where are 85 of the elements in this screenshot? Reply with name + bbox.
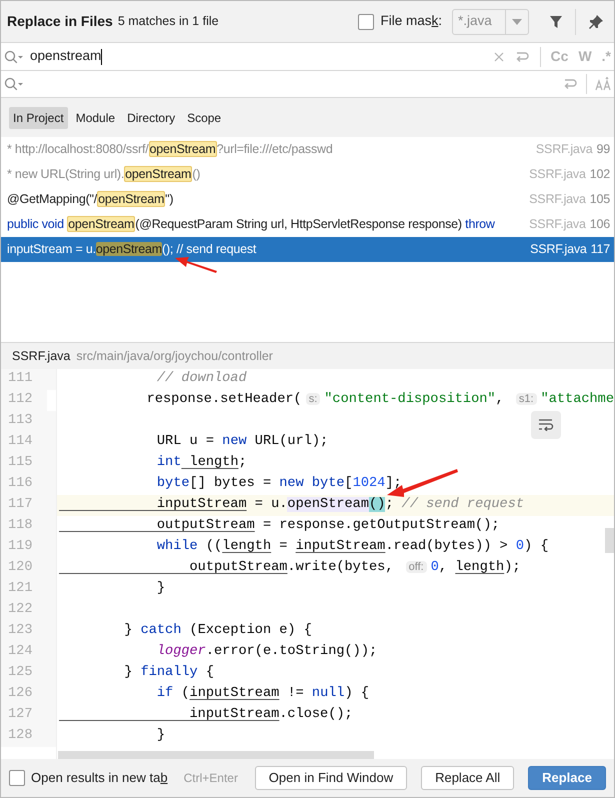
result-file: SSRF.java (529, 241, 587, 258)
result-file: SSRF.java (534, 141, 592, 158)
shortcut-hint: Ctrl+Enter (184, 770, 238, 787)
code-line: } (156, 727, 166, 746)
code-line: inputStream.close(); (188, 706, 353, 724)
wrap-icon (538, 419, 554, 431)
result-line: 105 (590, 191, 610, 208)
search-field[interactable]: openstream Cc W .* (1, 42, 614, 70)
result-row[interactable]: @GetMapping("/openStream") SSRF.java 105 (1, 187, 614, 212)
code-line: int length; (156, 454, 247, 472)
code-line: byte[] bytes = new byte[1024]; (156, 475, 402, 494)
replace-field[interactable] (1, 70, 614, 97)
line-number: 114 (1, 432, 57, 453)
caret-icon (512, 18, 522, 24)
line-number: 120 (1, 558, 57, 579)
result-text: * http://localhost:8080/ssrf/openStream?url=file:///etc/passwd (7, 140, 333, 159)
soft-wrap-button[interactable] (531, 411, 561, 439)
line-number: 115 (1, 453, 57, 474)
result-row[interactable]: public void openStream(@RequestParam String url, HttpServletResponse response) throw SSRF.java 106 (1, 212, 614, 237)
code-line: while ((length = inputStream.read(bytes)) > 0) { (156, 538, 549, 556)
code-line: URL u = new URL(url); (156, 433, 328, 452)
result-line: 102 (590, 166, 610, 184)
scope-tab[interactable]: In Project (9, 106, 68, 128)
line-number: 117 (1, 495, 57, 516)
vertical-scrollbar-thumb[interactable] (605, 528, 614, 553)
search-icon[interactable] (4, 50, 24, 64)
scope-tab[interactable]: Scope (183, 106, 226, 128)
dialog-title: Replace in Files (7, 12, 113, 31)
line-number: 111 (1, 369, 57, 390)
code-line: } (156, 580, 166, 598)
result-text: inputStream = u.openStream(); // send request (7, 241, 256, 258)
preserve-case-icon[interactable] (595, 77, 611, 91)
dialog-button[interactable]: Replace All (421, 766, 514, 790)
result-line: 106 (590, 216, 610, 234)
line-number: 124 (1, 642, 57, 663)
result-row[interactable]: inputStream = u.openStream(); // send request SSRF.java 117 (1, 237, 614, 262)
result-row[interactable]: * http://localhost:8080/ssrf/openStream?url=file:///etc/passwd SSRF.java 99 (1, 137, 614, 162)
result-file: SSRF.java (528, 216, 586, 234)
result-text: * new URL(String url).openStream() (7, 165, 200, 184)
horizontal-scrollbar-thumb[interactable] (58, 751, 374, 759)
search-icon[interactable] (4, 77, 24, 91)
line-number: 118 (1, 516, 57, 537)
code-line: inputStream = u.openStream(); // send request (156, 496, 524, 514)
filter-icon[interactable] (549, 14, 563, 28)
match-count: 5 matches in 1 file (118, 13, 219, 30)
line-number: 119 (1, 537, 57, 558)
scope-tab[interactable]: Directory (123, 106, 180, 128)
line-number: 122 (1, 600, 57, 621)
newline-icon[interactable] (562, 77, 578, 91)
code-line: outputStream.write(bytes, off: 0, length); (188, 559, 521, 578)
result-line: 99 (596, 141, 610, 158)
code-line: if (inputStream != null) { (156, 685, 370, 704)
result-line: 117 (590, 241, 610, 258)
code-line: } catch (Exception e) { (123, 622, 312, 640)
code-line: outputStream = response.getOutputStream(); (156, 517, 500, 536)
clear-icon[interactable] (494, 52, 504, 62)
line-number: 127 (1, 705, 57, 726)
line-number: 126 (1, 684, 57, 705)
code-line: logger.error(e.toString()); (156, 643, 378, 662)
result-file: SSRF.java (528, 166, 586, 184)
result-text: public void openStream(@RequestParam String url, HttpServletResponse response) throw (7, 215, 495, 234)
annotation-arrow (387, 468, 459, 498)
line-number: 113 (1, 411, 57, 432)
code-line: // download (156, 370, 247, 388)
result-file: SSRF.java (528, 191, 586, 208)
file-mask-label[interactable]: File mask: (380, 11, 442, 32)
line-number: 121 (1, 579, 57, 600)
new-tab-label[interactable]: Open results in new tab (31, 768, 168, 788)
result-text: @GetMapping("/openStream") (7, 190, 174, 209)
line-number: 125 (1, 663, 57, 684)
line-number: 123 (1, 621, 57, 642)
result-row[interactable]: * new URL(String url).openStream() SSRF.java 102 (1, 162, 614, 187)
checkbox[interactable] (358, 14, 374, 30)
scope-tab[interactable]: Module (72, 106, 120, 128)
dialog-button[interactable]: Open in Find Window (254, 766, 408, 790)
line-number: 116 (1, 474, 57, 495)
code-line: response.setHeader( s: "content-disposition", s1: "attachme (146, 391, 614, 410)
preview-file-path: src/main/java/org/joychou/controller (76, 348, 273, 365)
checkbox[interactable] (9, 770, 25, 786)
line-number: 112 (1, 390, 47, 411)
code-line: } finally { (123, 664, 214, 682)
preview-file-name: SSRF.java (12, 348, 70, 365)
pin-icon[interactable] (588, 14, 604, 30)
line-number: 128 (1, 726, 57, 747)
replace-button[interactable]: Replace (528, 766, 606, 790)
